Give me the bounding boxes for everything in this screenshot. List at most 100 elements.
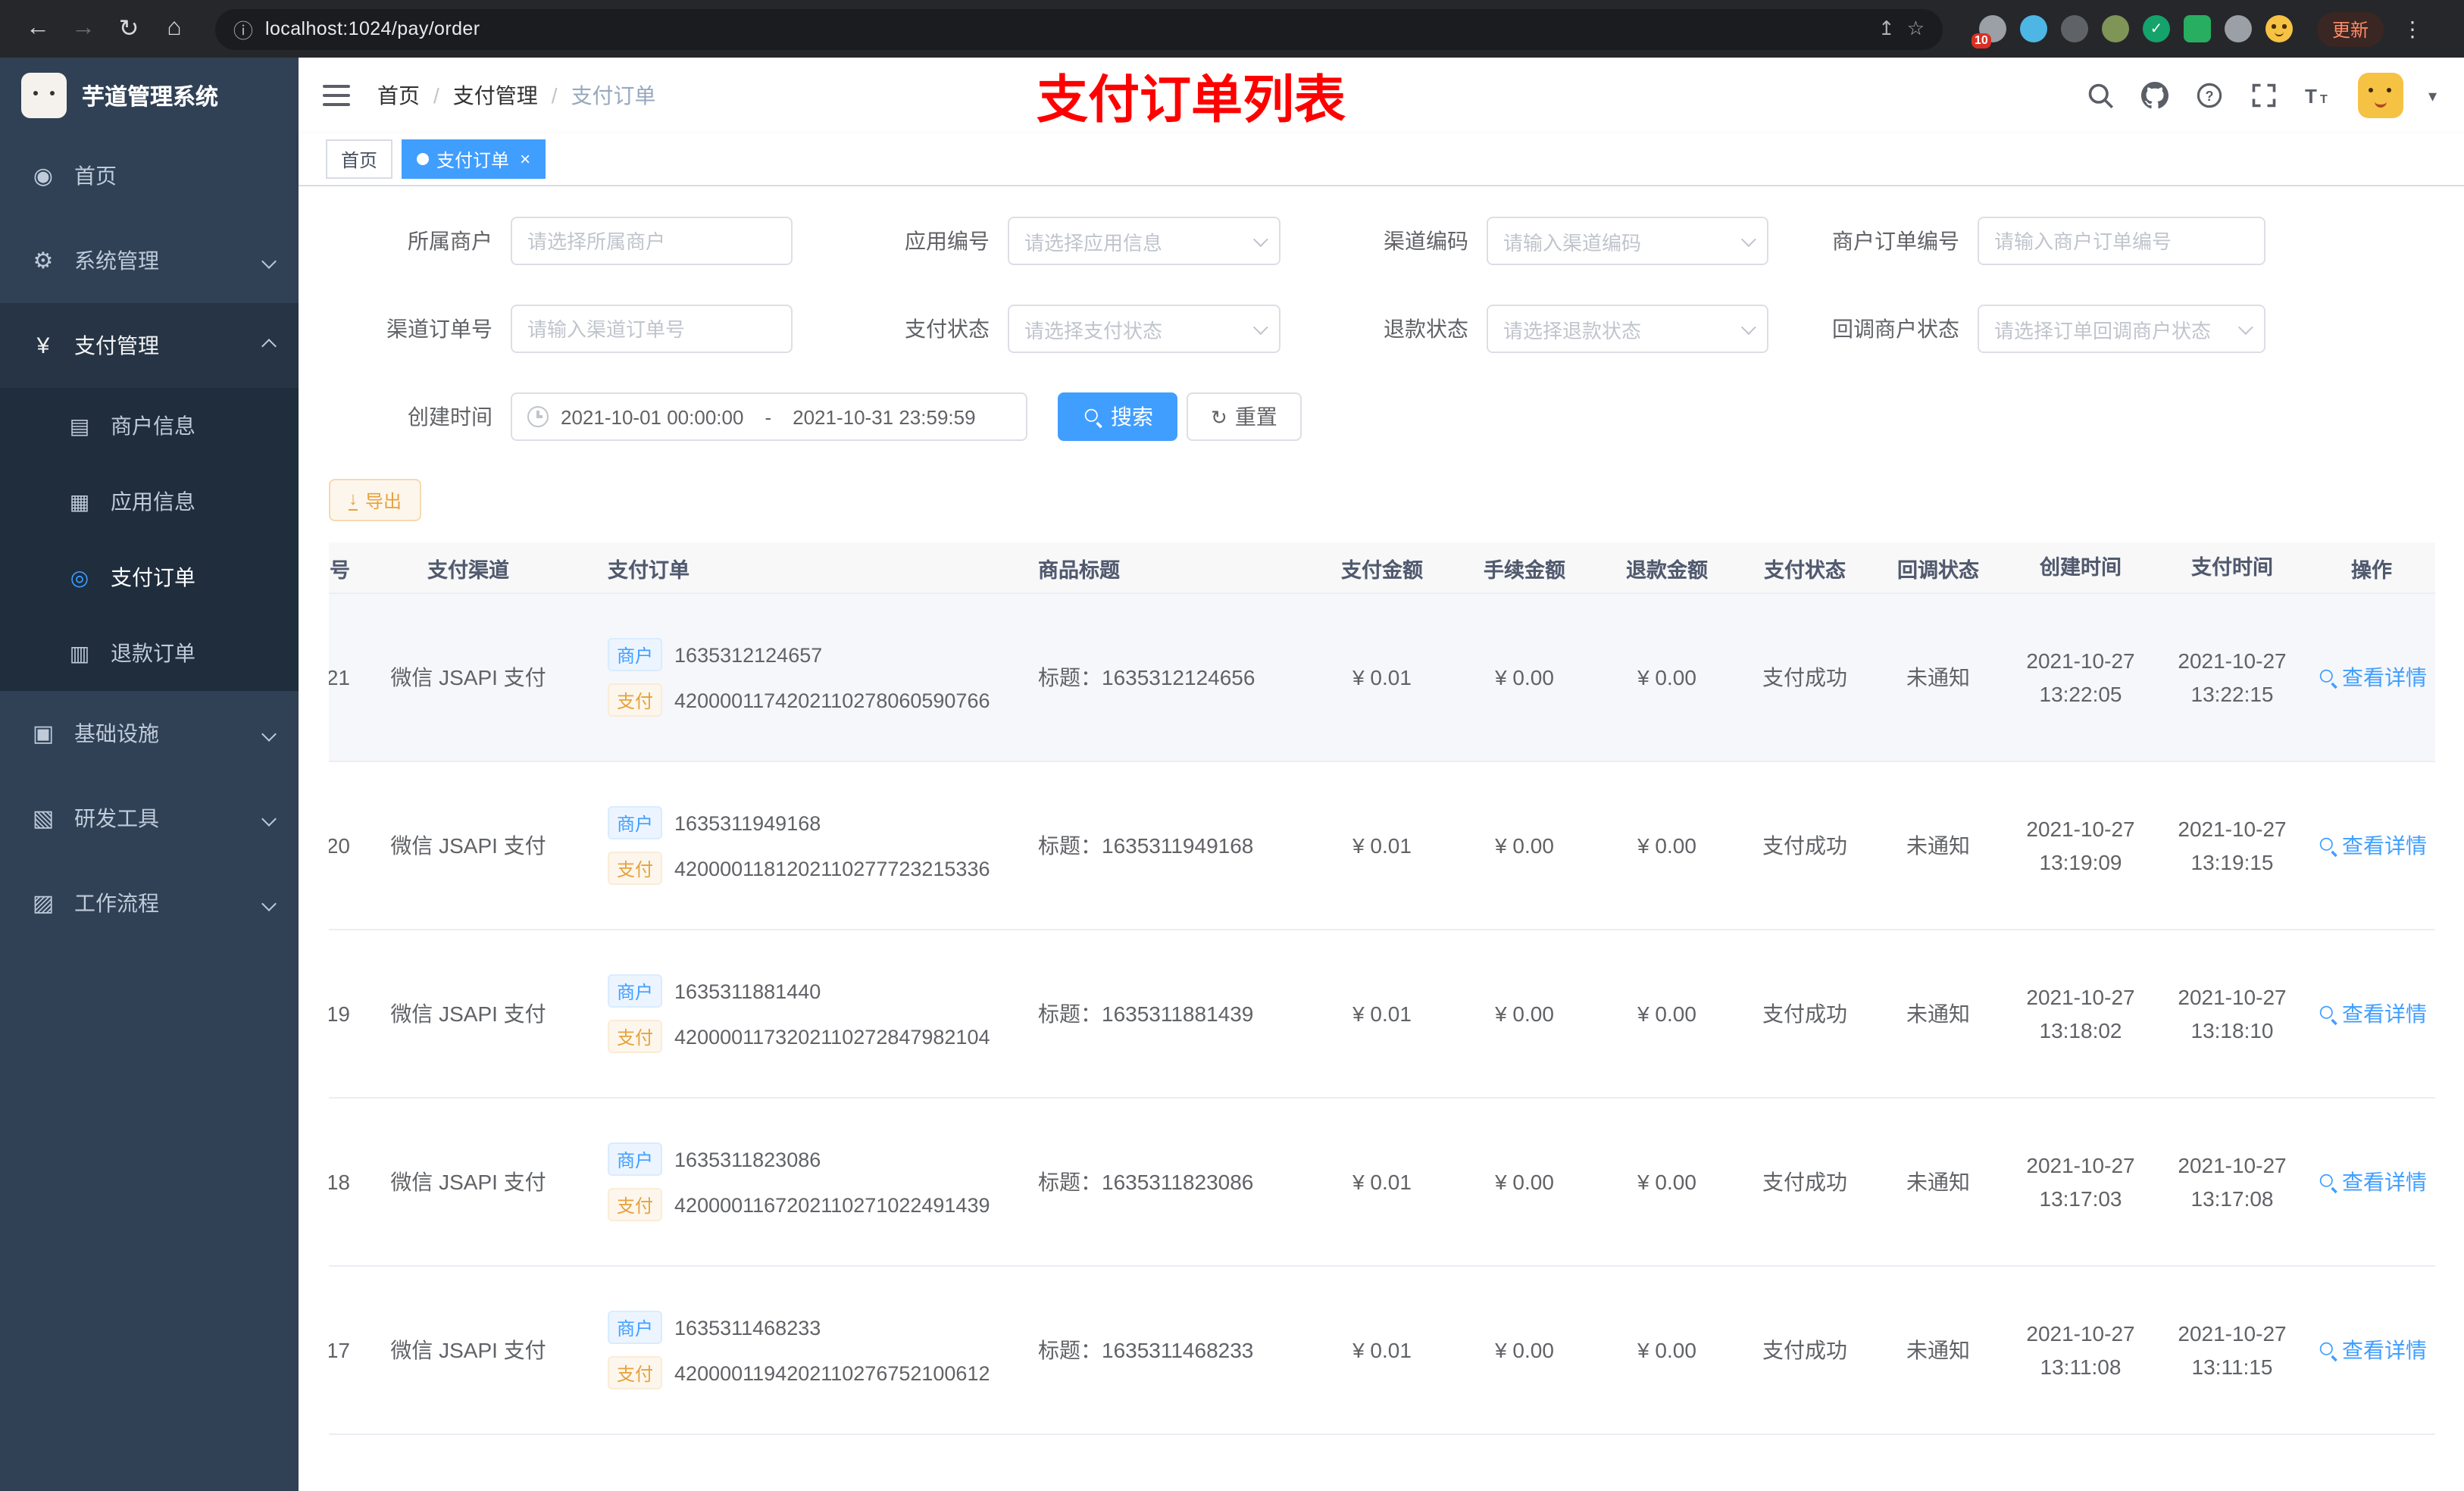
reload-icon[interactable]: ↻ xyxy=(109,9,149,48)
cell-amount: ¥ 0.01 xyxy=(1352,665,1412,689)
merchant-order-no-input[interactable] xyxy=(1978,217,2265,265)
active-dot xyxy=(417,153,430,165)
sidebar-item-app-info[interactable]: ▦ 应用信息 xyxy=(0,464,299,539)
font-size-icon[interactable]: TT xyxy=(2304,80,2334,111)
merchant-input[interactable] xyxy=(511,217,793,265)
breadcrumb-separator: / xyxy=(433,83,439,108)
home-icon[interactable]: ⌂ xyxy=(155,9,194,48)
site-info-icon[interactable]: ⓘ xyxy=(233,14,253,43)
extension-icon[interactable] xyxy=(2102,15,2129,42)
tab-label: 首页 xyxy=(341,149,378,170)
sidebar-item-system[interactable]: ⚙ 系统管理 xyxy=(0,218,299,303)
browser-menu-icon[interactable]: ⋮ xyxy=(2402,16,2423,42)
magnifier-icon xyxy=(2318,836,2336,855)
sidebar-item-workflow[interactable]: ▨ 工作流程 xyxy=(0,861,299,946)
field-label: 所属商户 xyxy=(408,229,492,253)
date-range-input[interactable]: 2021-10-01 00:00:00 - 2021-10-31 23:59:5… xyxy=(511,392,1027,441)
search-button[interactable]: 搜索 xyxy=(1058,392,1177,441)
cell-channel: 微信 JSAPI 支付 xyxy=(390,1170,546,1194)
merchant-order-no: 1635311823086 xyxy=(674,1148,821,1171)
view-detail-link[interactable]: 查看详情 xyxy=(2316,662,2427,692)
view-detail-link[interactable]: 查看详情 xyxy=(2316,999,2427,1029)
pay-order-no: 4200001174202110278060590766 xyxy=(674,689,990,711)
table-header-row: 编号 支付渠道 支付订单 商品标题 支付金额 手续金额 退款金额 支付状态 回调… xyxy=(329,542,2435,594)
forward-icon[interactable]: → xyxy=(64,9,103,48)
url-bar[interactable]: ⓘ localhost:1024/pay/order ↥ ☆ xyxy=(215,8,1943,49)
channel-order-no-input[interactable] xyxy=(511,305,793,353)
svg-text:T: T xyxy=(2306,85,2318,108)
view-detail-link[interactable]: 查看详情 xyxy=(2316,1167,2427,1197)
cell-channel: 微信 JSAPI 支付 xyxy=(390,833,546,858)
extension-icon[interactable] xyxy=(2184,15,2211,42)
extension-icon[interactable] xyxy=(2020,15,2047,42)
breadcrumb-payment[interactable]: 支付管理 xyxy=(453,80,538,111)
filter-pay-status: 支付状态 请选择支付状态 xyxy=(841,305,1280,353)
pay-tag: 支付 xyxy=(608,1188,663,1221)
extension-icon[interactable]: ✓ xyxy=(2143,15,2170,42)
sidebar-item-label: 支付管理 xyxy=(74,333,159,358)
sidebar-item-payment[interactable]: ¥ 支付管理 xyxy=(0,303,299,388)
cell-refund: ¥ 0.00 xyxy=(1637,665,1696,689)
share-icon[interactable]: ↥ xyxy=(1878,17,1895,41)
github-icon[interactable] xyxy=(2140,80,2171,111)
filter-callback-status: 回调商户状态 请选择订单回调商户状态 xyxy=(1811,305,2265,353)
bookmark-star-icon[interactable]: ☆ xyxy=(1907,17,1925,41)
tab-home[interactable]: 首页 xyxy=(326,139,393,179)
pay-status-select[interactable]: 请选择支付状态 xyxy=(1008,305,1280,353)
table-row: 18 微信 JSAPI 支付 商户 1635311823086 支付 4200001… xyxy=(329,1099,2435,1267)
back-icon[interactable]: ← xyxy=(18,9,58,48)
sidebar-item-label: 研发工具 xyxy=(74,806,159,830)
main-area: 首页 / 支付管理 / 支付订单 支付订单列表 ? T T ▾ 首页 支付订单 … xyxy=(299,58,2464,1491)
filter-create-time: 创建时间 2021-10-01 00:00:00 - 2021-10-31 23… xyxy=(344,392,1027,441)
channel-code-select[interactable]: 请输入渠道编码 xyxy=(1487,217,1768,265)
browser-update-button[interactable]: 更新 xyxy=(2317,11,2384,46)
sidebar-item-refund-order[interactable]: ▥ 退款订单 xyxy=(0,615,299,691)
field-label: 回调商户状态 xyxy=(1832,317,1959,341)
gear-icon: ⚙ xyxy=(33,248,54,274)
view-detail-link[interactable]: 查看详情 xyxy=(2316,830,2427,861)
select-placeholder: 请选择应用信息 xyxy=(1024,231,1163,254)
magnifier-icon xyxy=(2318,1005,2336,1023)
sidebar-item-merchant-info[interactable]: ▤ 商户信息 xyxy=(0,388,299,464)
cell-create-time: 2021-10-27 13:22:05 xyxy=(2026,649,2135,706)
breadcrumb-separator: / xyxy=(551,83,558,108)
sidebar-item-home[interactable]: ◉ 首页 xyxy=(0,133,299,218)
table-row: 19 微信 JSAPI 支付 商户 1635311881440 支付 4200001… xyxy=(329,930,2435,1099)
export-button[interactable]: ↓ 导出 xyxy=(329,479,422,521)
caret-down-icon[interactable]: ▾ xyxy=(2428,86,2437,105)
refund-status-select[interactable]: 请选择退款状态 xyxy=(1487,305,1768,353)
search-icon[interactable] xyxy=(2086,80,2116,111)
magnifier-icon xyxy=(2318,668,2336,686)
user-avatar[interactable] xyxy=(2358,73,2404,118)
sidebar-item-dev-tools[interactable]: ▧ 研发工具 xyxy=(0,776,299,861)
screen: ← → ↻ ⌂ ⓘ localhost:1024/pay/order ↥ ☆ 1… xyxy=(0,0,2464,1491)
col-header-pay-time: 支付时间 xyxy=(2191,555,2273,578)
merchant-order-no: 1635311949168 xyxy=(674,811,821,834)
cell-create-time: 2021-10-27 13:11:08 xyxy=(2026,1321,2135,1379)
profile-avatar-icon[interactable] xyxy=(2265,15,2293,42)
pay-tag: 支付 xyxy=(608,1020,663,1053)
svg-text:T: T xyxy=(2321,93,2328,106)
download-icon: ↓ xyxy=(349,488,358,511)
breadcrumb-home[interactable]: 首页 xyxy=(377,80,420,111)
select-placeholder: 请选择订单回调商户状态 xyxy=(1994,319,2212,342)
sidebar-item-pay-order[interactable]: ◎ 支付订单 xyxy=(0,539,299,615)
hamburger-icon[interactable] xyxy=(323,85,350,106)
select-placeholder: 请输入渠道编码 xyxy=(1503,231,1642,254)
puzzle-extension-icon[interactable] xyxy=(2225,15,2252,42)
extension-icon[interactable] xyxy=(2061,15,2088,42)
callback-status-select[interactable]: 请选择订单回调商户状态 xyxy=(1978,305,2265,353)
cell-create-time: 2021-10-27 13:17:03 xyxy=(2026,1153,2135,1211)
filter-refund-status: 退款状态 请选择退款状态 xyxy=(1320,305,1768,353)
cell-action: 查看详情 xyxy=(2308,662,2435,692)
reset-button[interactable]: ↻ 重置 xyxy=(1187,392,1302,441)
fullscreen-icon[interactable] xyxy=(2250,80,2280,111)
view-detail-link[interactable]: 查看详情 xyxy=(2316,1335,2427,1365)
help-icon[interactable]: ? xyxy=(2195,80,2225,111)
close-icon[interactable]: × xyxy=(520,148,530,170)
tab-pay-order[interactable]: 支付订单 × xyxy=(402,139,546,179)
extension-icon[interactable]: 10 xyxy=(1972,15,2006,48)
app-select[interactable]: 请选择应用信息 xyxy=(1008,217,1280,265)
sidebar-item-infrastructure[interactable]: ▣ 基础设施 xyxy=(0,691,299,776)
cell-pay-time: 2021-10-27 13:17:08 xyxy=(2178,1153,2287,1211)
